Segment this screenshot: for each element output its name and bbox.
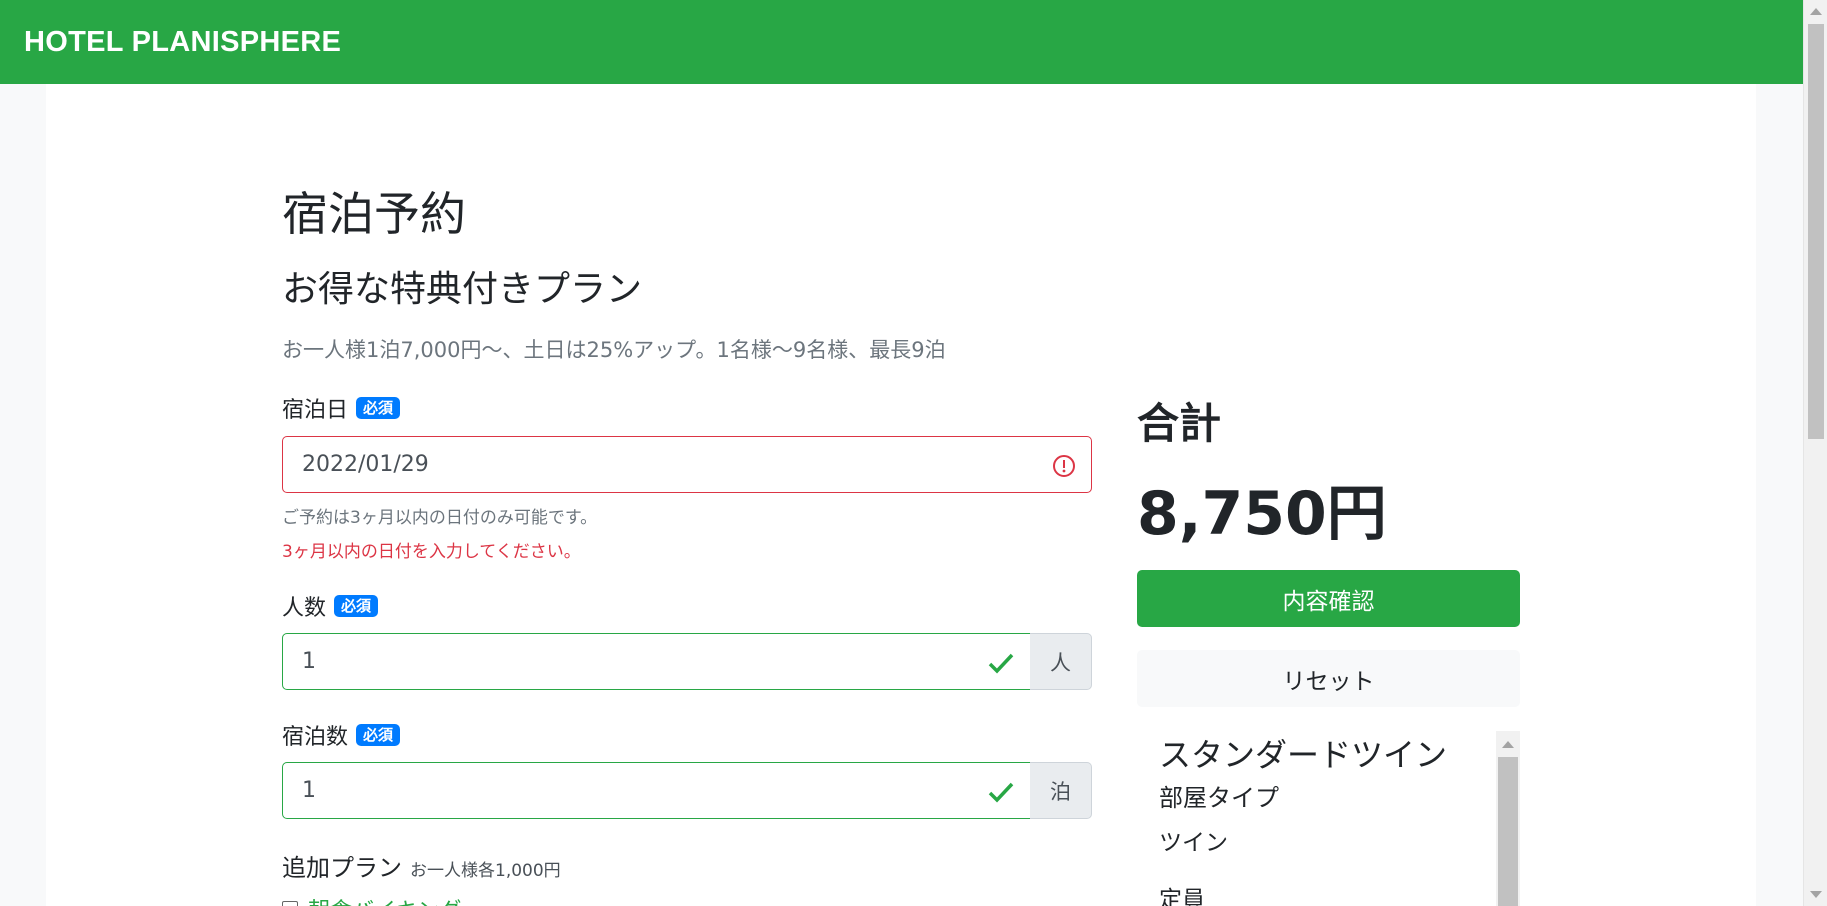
term-input[interactable]: 1 bbox=[282, 762, 1031, 819]
breakfast-option[interactable]: 朝食バイキング bbox=[282, 893, 461, 906]
confirm-button[interactable]: 内容確認 bbox=[1137, 570, 1520, 627]
date-help-text: ご予約は3ヶ月以内の日付のみ可能です。 bbox=[282, 508, 598, 528]
date-input[interactable]: 2022/01/29 bbox=[282, 436, 1092, 493]
date-error-text: 3ヶ月以内の日付を入力してください。 bbox=[282, 542, 581, 562]
term-input-value: 1 bbox=[302, 778, 316, 803]
navbar: HOTEL PLANISPHERE bbox=[0, 0, 1803, 84]
plan-name: お得な特典付きプラン bbox=[282, 269, 643, 310]
scroll-up-icon[interactable] bbox=[1810, 8, 1822, 15]
reset-button[interactable]: リセット bbox=[1137, 650, 1520, 707]
additional-plans-note: お一人様各1,000円 bbox=[410, 861, 561, 881]
date-label-text: 宿泊日 bbox=[282, 398, 349, 423]
scroll-up-icon[interactable] bbox=[1502, 741, 1514, 748]
head-count-input-value: 1 bbox=[302, 649, 316, 674]
room-type-value: ツイン bbox=[1159, 830, 1228, 856]
date-label: 宿泊日 必須 bbox=[282, 392, 401, 424]
head-count-label: 人数 必須 bbox=[282, 590, 379, 622]
date-input-value: 2022/01/29 bbox=[302, 452, 429, 477]
total-label: 合計 bbox=[1137, 399, 1222, 448]
head-count-label-text: 人数 bbox=[282, 596, 327, 621]
breakfast-label[interactable]: 朝食バイキング bbox=[308, 893, 461, 906]
term-label: 宿泊数 必須 bbox=[282, 719, 401, 751]
check-icon bbox=[988, 782, 1014, 803]
breakfast-checkbox[interactable] bbox=[282, 901, 298, 906]
scroll-thumb[interactable] bbox=[1808, 24, 1824, 439]
head-count-unit: 人 bbox=[1030, 633, 1092, 690]
page-scrollbar[interactable] bbox=[1803, 0, 1827, 906]
additional-plans-label-text: 追加プラン bbox=[282, 854, 402, 882]
room-capacity-label: 定員 bbox=[1159, 887, 1205, 906]
room-name: スタンダードツイン bbox=[1159, 736, 1448, 774]
total-price: 8,750円 bbox=[1137, 479, 1387, 549]
room-frame-scrollbar[interactable] bbox=[1496, 731, 1520, 906]
error-icon bbox=[1053, 455, 1075, 477]
page-title: 宿泊予約 bbox=[282, 187, 466, 241]
additional-plans-label: 追加プラン お一人様各1,000円 bbox=[282, 848, 561, 883]
required-badge: 必須 bbox=[334, 594, 379, 618]
check-icon bbox=[988, 653, 1014, 674]
term-label-text: 宿泊数 bbox=[282, 725, 349, 750]
plan-description: お一人様1泊7,000円〜、土日は25%アップ。1名様〜9名様、最長9泊 bbox=[282, 338, 946, 362]
head-count-input[interactable]: 1 bbox=[282, 633, 1031, 690]
term-unit: 泊 bbox=[1030, 762, 1092, 819]
required-badge: 必須 bbox=[356, 396, 401, 420]
scroll-thumb[interactable] bbox=[1498, 757, 1518, 906]
brand-logo-text[interactable]: HOTEL PLANISPHERE bbox=[24, 26, 341, 59]
scroll-down-icon[interactable] bbox=[1810, 891, 1822, 898]
required-badge: 必須 bbox=[356, 723, 401, 747]
room-type-label: 部屋タイプ bbox=[1159, 784, 1279, 812]
